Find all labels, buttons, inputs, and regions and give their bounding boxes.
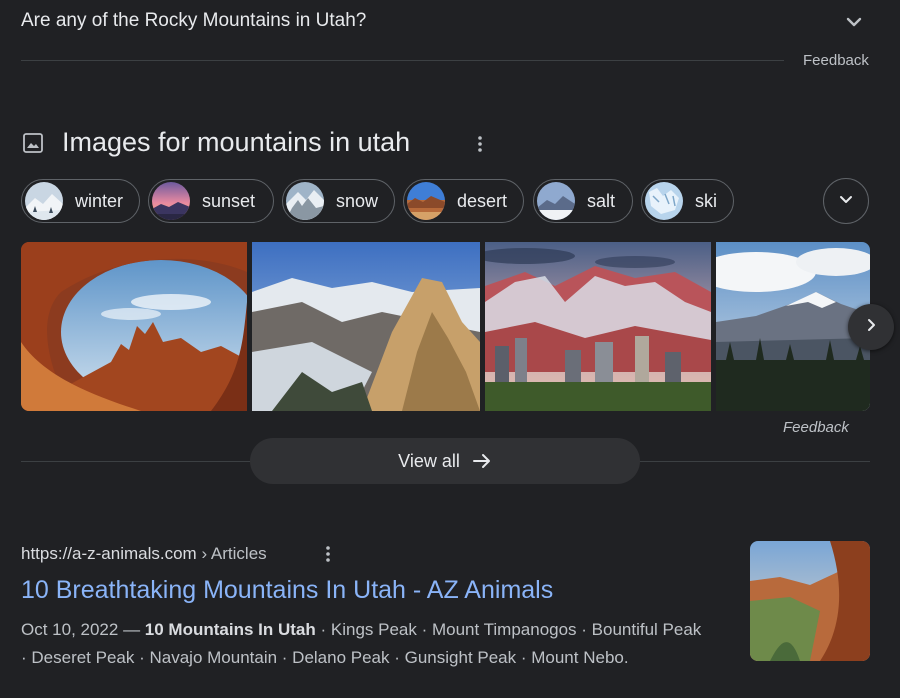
chip-salt[interactable]: salt [533,179,633,223]
snippet-highlight: 10 Mountains In Utah [144,620,316,639]
result-date: Oct 10, 2022 — [21,620,145,639]
chip-label: desert [457,190,508,211]
chip-label: winter [75,190,124,211]
view-all-label: View all [398,450,460,471]
chip-desert[interactable]: desert [403,179,524,223]
chip-sunset[interactable]: sunset [148,179,274,223]
chip-ski[interactable]: ski [641,179,734,223]
chip-thumbnail [25,182,63,220]
result-breadcrumb: › Articles [201,544,267,563]
chevron-down-icon[interactable] [840,8,868,36]
result-title-link[interactable]: 10 Breathtaking Mountains In Utah - AZ A… [21,576,553,605]
result-snippet: Oct 10, 2022 — 10 Mountains In Utah · Ki… [21,616,741,672]
faq-feedback-link[interactable]: Feedback [803,52,869,69]
chip-label: sunset [202,190,256,211]
chip-winter[interactable]: winter [21,179,140,223]
result-thumbnail[interactable] [750,541,870,661]
chip-thumbnail [152,182,190,220]
chip-label: ski [695,190,717,211]
result-domain: https://a-z-animals.com [21,544,197,563]
more-vert-icon[interactable] [318,543,338,565]
image-result-4[interactable] [716,242,870,411]
image-result-2[interactable] [252,242,480,411]
snippet-line-2: · Deseret Peak · Navajo Mountain · Delan… [21,648,629,667]
more-vert-icon[interactable] [470,132,490,156]
image-result-3[interactable] [485,242,711,411]
snippet-line-1: Oct 10, 2022 — 10 Mountains In Utah · Ki… [21,616,741,644]
chevron-down-icon [836,189,856,214]
image-icon [22,132,44,154]
chip-more-button[interactable] [823,178,869,224]
images-section-title[interactable]: Images for mountains in utah [62,127,410,158]
faq-divider [21,60,784,61]
chip-thumbnail [645,182,683,220]
arrow-right-icon [472,454,490,468]
view-all-button[interactable]: View all [250,438,640,484]
chevron-right-icon [861,315,881,340]
images-feedback-link[interactable]: Feedback [783,419,849,436]
image-carousel-next-button[interactable] [848,304,894,350]
faq-question[interactable]: Are any of the Rocky Mountains in Utah? [21,10,366,32]
image-result-1[interactable] [21,242,247,411]
chip-thumbnail [407,182,445,220]
chip-snow[interactable]: snow [282,179,395,223]
chip-thumbnail [537,182,575,220]
snippet-text: · Kings Peak · Mount Timpanogos · Bounti… [315,620,702,639]
chip-thumbnail [286,182,324,220]
chip-label: snow [336,190,379,211]
chip-label: salt [587,190,616,211]
result-url[interactable]: https://a-z-animals.com › Articles [21,544,267,564]
